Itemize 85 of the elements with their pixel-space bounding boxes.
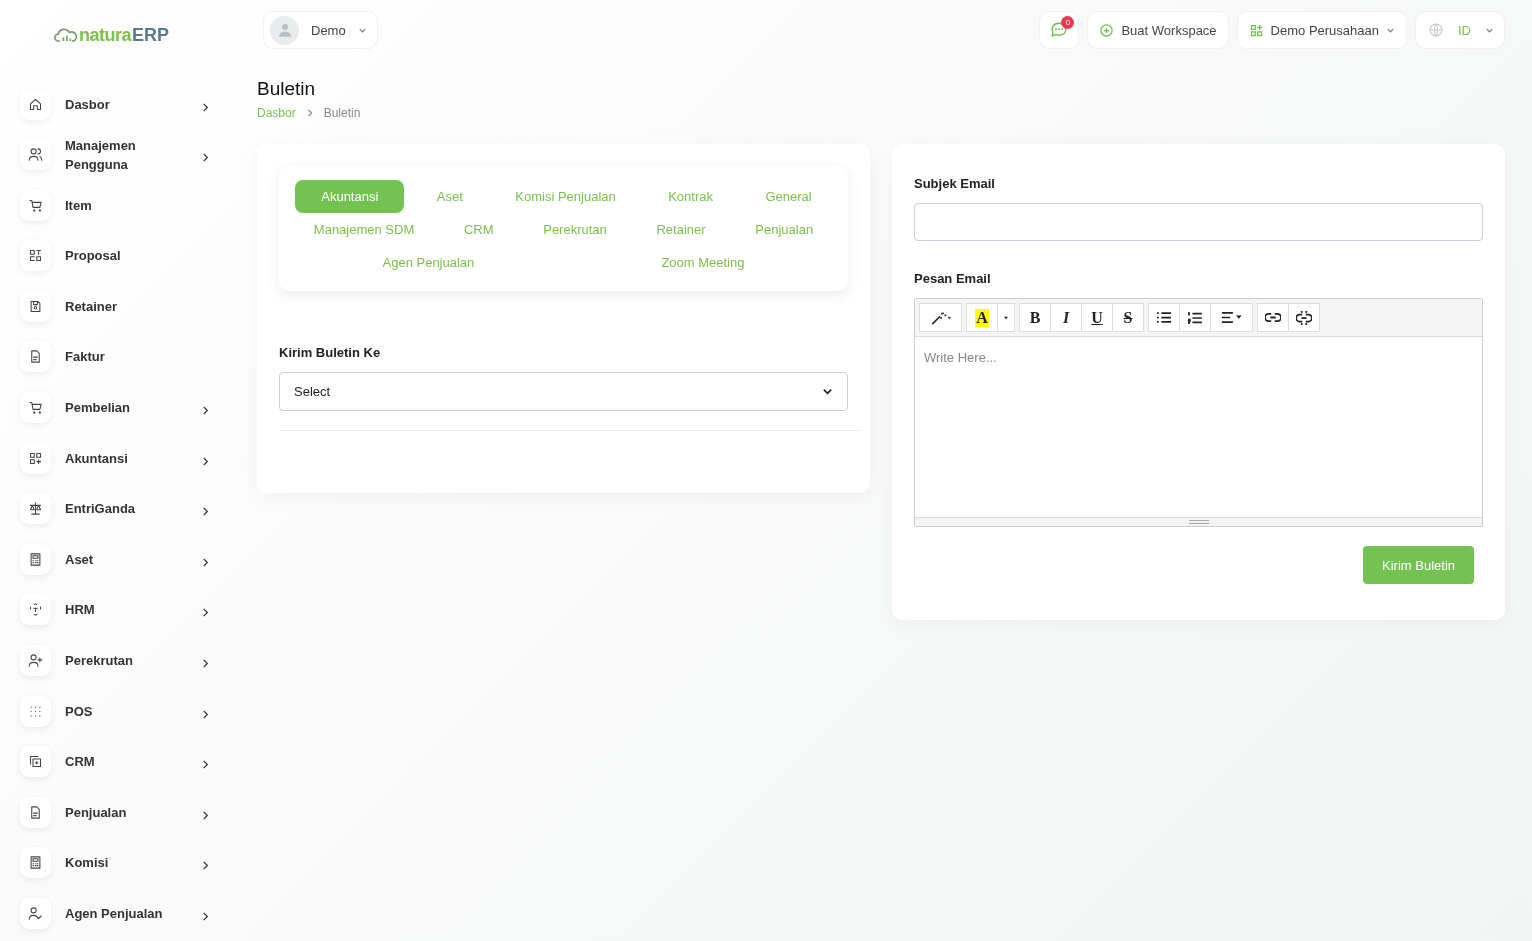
grid-plus-icon	[1248, 22, 1264, 38]
calculator-icon	[20, 847, 51, 879]
sidebar-item[interactable]: Aset	[20, 541, 210, 578]
sidebar-item[interactable]: Item	[20, 187, 210, 224]
calculator-icon	[20, 543, 51, 575]
chevron-right-icon	[201, 608, 210, 618]
sidebar-item[interactable]: Komisi	[20, 844, 210, 881]
sidebar-item[interactable]: Pembelian	[20, 389, 210, 426]
placeholder-text: Write Here...	[924, 350, 997, 365]
unlink-icon	[1296, 310, 1312, 325]
text-color-button[interactable]: A	[966, 303, 998, 332]
sidebar-item[interactable]: Agen Penjualan	[20, 895, 210, 932]
recipient-select[interactable]: Select	[279, 372, 848, 411]
color-dropdown-button[interactable]	[997, 303, 1015, 332]
notification-badge: 0	[1061, 16, 1075, 29]
sidebar-item[interactable]: Dasbor	[20, 86, 210, 122]
chevron-right-icon	[201, 456, 210, 466]
globe-icon	[1428, 22, 1444, 38]
numbered-list-icon	[1188, 311, 1202, 324]
sidebar-item[interactable]: Akuntansi	[20, 440, 210, 477]
save-icon	[20, 290, 51, 322]
chevron-right-icon	[201, 659, 210, 669]
breadcrumb-current: Buletin	[323, 106, 361, 120]
bold-button[interactable]: B	[1019, 303, 1051, 332]
user-menu[interactable]: Demo	[263, 11, 378, 49]
field-label: Pesan Email	[914, 271, 992, 286]
cart-icon	[20, 392, 51, 424]
chevron-right-icon	[201, 102, 210, 112]
sidebar-item[interactable]: Manajemen Pengguna	[20, 136, 210, 173]
chevron-right-icon	[201, 912, 210, 921]
chevron-right-icon	[201, 709, 210, 719]
chevron-right-icon	[201, 507, 210, 517]
link-button[interactable]	[1257, 303, 1289, 332]
page-title: Buletin	[257, 78, 317, 100]
document-icon	[20, 341, 51, 373]
user-check-icon	[20, 898, 51, 929]
sidebar-item[interactable]: Faktur	[20, 338, 210, 375]
strikethrough-button[interactable]: S	[1112, 303, 1144, 332]
subject-input[interactable]	[914, 203, 1483, 241]
chevron-right-icon	[201, 861, 210, 871]
sidebar-item[interactable]: POS	[20, 693, 210, 730]
user-plus-icon	[20, 645, 51, 677]
italic-button[interactable]: I	[1050, 303, 1082, 332]
scale-icon	[20, 493, 51, 525]
field-label: Subjek Email	[914, 176, 996, 191]
document-icon	[20, 796, 51, 828]
grid-plus-icon	[20, 442, 51, 474]
avatar-icon	[270, 15, 299, 45]
messages-button[interactable]: 0	[1039, 11, 1080, 49]
create-workspace-button[interactable]: Buat Workspace	[1087, 11, 1229, 49]
chevron-right-icon	[201, 810, 210, 820]
unlink-button[interactable]	[1288, 303, 1320, 332]
sidebar-item[interactable]: EntriGanda	[20, 490, 210, 527]
copy-icon	[20, 746, 51, 778]
align-icon	[1220, 312, 1243, 323]
chevron-right-icon	[201, 760, 210, 770]
magic-wand-button[interactable]	[919, 303, 962, 332]
underline-button[interactable]: U	[1081, 303, 1113, 332]
logo: naturaERP	[54, 22, 170, 48]
sidebar-item[interactable]: Retainer	[20, 288, 210, 325]
bullet-list-button[interactable]	[1148, 303, 1180, 332]
plus-circle-icon	[1099, 22, 1115, 38]
chevron-down-icon	[822, 386, 833, 397]
numbered-list-button[interactable]	[1179, 303, 1211, 332]
bullet-list-icon	[1157, 312, 1171, 323]
sidebar-item[interactable]: Penjualan	[20, 794, 210, 831]
cart-icon	[20, 189, 51, 221]
chevron-right-icon	[201, 153, 210, 163]
breadcrumb-separator-icon	[305, 109, 314, 117]
chevron-right-icon	[201, 557, 210, 567]
resize-handle[interactable]	[915, 517, 1482, 526]
field-label: Kirim Buletin Ke	[279, 345, 382, 360]
link-icon	[1265, 313, 1281, 322]
users-icon	[20, 139, 51, 171]
sidebar-item[interactable]: CRM	[20, 743, 210, 780]
sidebar-item[interactable]: Proposal	[20, 237, 210, 274]
sidebar-item[interactable]: HRM	[20, 591, 210, 628]
company-selector[interactable]: Demo Perusahaan	[1236, 11, 1407, 49]
home-icon	[20, 88, 51, 120]
align-button[interactable]	[1210, 303, 1253, 332]
caret-icon	[1004, 315, 1008, 320]
sidebar-item[interactable]: Perekrutan	[20, 642, 210, 679]
dots-grid-icon	[20, 695, 51, 727]
chat-icon	[1050, 21, 1069, 39]
chevron-right-icon	[201, 406, 210, 416]
